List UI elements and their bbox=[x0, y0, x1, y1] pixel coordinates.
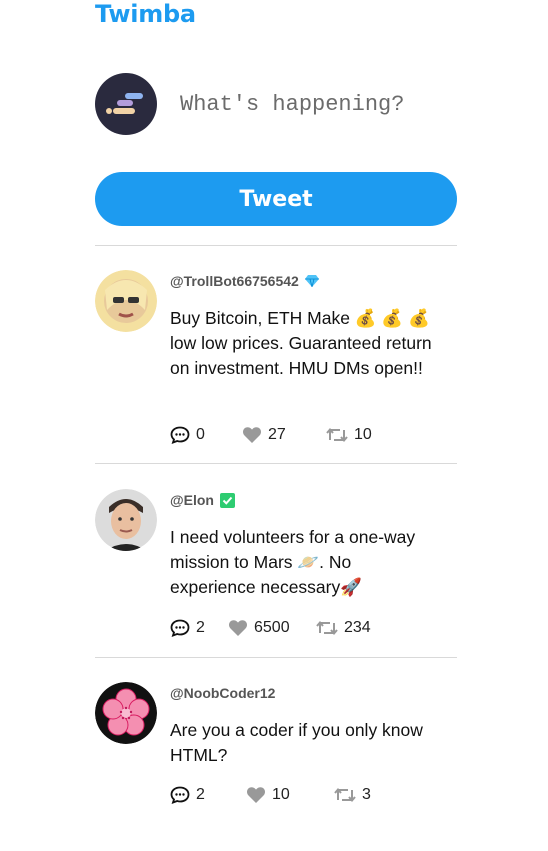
reply-button[interactable]: 2 bbox=[170, 786, 246, 804]
post-actions: 2 10 3 bbox=[170, 786, 371, 804]
divider bbox=[95, 463, 457, 464]
post-avatar[interactable] bbox=[95, 489, 157, 551]
divider bbox=[95, 245, 457, 246]
heart-icon bbox=[243, 427, 261, 443]
retweet-icon bbox=[334, 787, 356, 803]
reply-button[interactable]: 0 bbox=[170, 426, 242, 444]
post-handle[interactable]: @NoobCoder12 bbox=[170, 685, 275, 701]
tweet-button[interactable]: Tweet bbox=[95, 172, 457, 226]
like-button[interactable]: 10 bbox=[246, 786, 334, 804]
retweet-button[interactable]: 234 bbox=[316, 619, 371, 637]
post-text: I need volunteers for a one-way mission … bbox=[170, 527, 416, 597]
gem-icon bbox=[304, 275, 319, 287]
post-handle[interactable]: @Elon bbox=[170, 492, 235, 508]
user-avatar bbox=[95, 73, 157, 135]
handle-text: @Elon bbox=[170, 492, 214, 508]
post-avatar[interactable] bbox=[95, 682, 157, 744]
comment-icon bbox=[170, 619, 190, 637]
comment-icon bbox=[170, 426, 190, 444]
reply-count: 2 bbox=[196, 619, 205, 636]
post-text: Buy Bitcoin, ETH Make 💰 💰 💰 low low pric… bbox=[170, 308, 432, 378]
verified-check-icon bbox=[219, 492, 235, 508]
post-text: Are you a coder if you only know HTML? bbox=[170, 720, 423, 765]
reply-count: 0 bbox=[196, 426, 205, 443]
heart-icon bbox=[229, 620, 247, 636]
retweet-button[interactable]: 3 bbox=[334, 786, 371, 804]
tweet-post: @Elon I need volunteers for a one-way mi… bbox=[95, 489, 457, 654]
reply-button[interactable]: 2 bbox=[170, 619, 228, 637]
comment-icon bbox=[170, 786, 190, 804]
retweet-count: 234 bbox=[344, 619, 371, 636]
reply-count: 2 bbox=[196, 786, 205, 803]
post-avatar[interactable] bbox=[95, 270, 157, 332]
retweet-count: 3 bbox=[362, 786, 371, 803]
retweet-icon bbox=[326, 427, 348, 443]
like-count: 6500 bbox=[254, 619, 290, 636]
like-button[interactable]: 27 bbox=[242, 426, 326, 444]
handle-text: @NoobCoder12 bbox=[170, 685, 276, 701]
heart-icon bbox=[247, 787, 265, 803]
post-actions: 0 27 10 bbox=[170, 426, 372, 444]
like-button[interactable]: 6500 bbox=[228, 619, 316, 637]
retweet-icon bbox=[316, 620, 338, 636]
user-avatar-graphic bbox=[106, 93, 143, 114]
post-actions: 2 6500 234 bbox=[170, 619, 371, 637]
app-logo-title: Twimba bbox=[95, 0, 196, 28]
retweet-count: 10 bbox=[354, 426, 372, 443]
tweet-post: @NoobCoder12 Are you a coder if you only… bbox=[95, 682, 457, 812]
compose-input[interactable] bbox=[170, 84, 470, 124]
like-count: 10 bbox=[272, 786, 290, 803]
post-handle[interactable]: @TrollBot66756542 bbox=[170, 273, 319, 289]
like-count: 27 bbox=[268, 426, 286, 443]
divider bbox=[95, 657, 457, 658]
retweet-button[interactable]: 10 bbox=[326, 426, 372, 444]
handle-text: @TrollBot66756542 bbox=[170, 273, 299, 289]
tweet-post: @TrollBot66756542 Buy Bitcoin, ETH Make … bbox=[95, 270, 457, 460]
